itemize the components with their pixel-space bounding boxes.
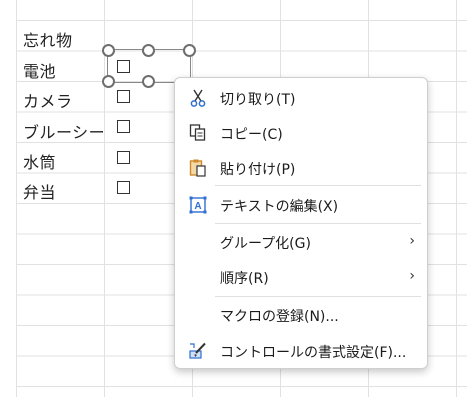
menu-item-copy[interactable]: コピー(C)	[175, 118, 427, 148]
svg-text:A: A	[194, 201, 201, 212]
menu-item-assign-macro[interactable]: マクロの登録(N)...	[175, 300, 427, 330]
menu-item-edit-text[interactable]: A テキストの編集(X)	[175, 190, 427, 220]
paste-icon	[188, 158, 208, 178]
menu-item-cut[interactable]: 切り取り(T)	[175, 83, 427, 113]
resize-handle-bottom[interactable]	[142, 75, 155, 88]
copy-icon	[188, 123, 208, 143]
cell-item-bento[interactable]: 弁当	[23, 179, 56, 203]
cell-item-flask[interactable]: 水筒	[23, 149, 56, 173]
sheet-left-margin	[0, 0, 16, 397]
menu-item-copy-label: コピー(C)	[220, 127, 283, 143]
resize-handle-top-right[interactable]	[183, 44, 196, 57]
menu-item-cut-label: 切り取り(T)	[220, 92, 296, 108]
cell-item-bluesheet[interactable]: ブルーシー	[23, 119, 105, 143]
menu-item-order-label: 順序(R)	[220, 271, 269, 287]
checkbox-bento[interactable]	[117, 181, 130, 194]
format-control-icon	[188, 341, 208, 361]
menu-item-edit-text-label: テキストの編集(X)	[220, 199, 339, 215]
resize-handle-top-left[interactable]	[102, 44, 115, 57]
resize-handle-bottom-left[interactable]	[102, 75, 115, 88]
menu-separator	[215, 185, 421, 186]
menu-item-order[interactable]: 順序(R) ›	[175, 262, 427, 292]
scissors-icon	[188, 88, 208, 108]
menu-item-format-control[interactable]: コントロールの書式設定(F)...	[175, 336, 427, 366]
cell-item-battery[interactable]: 電池	[23, 58, 56, 82]
cell-item-header[interactable]: 忘れ物	[23, 27, 73, 51]
menu-item-group[interactable]: グループ化(G) ›	[175, 227, 427, 257]
menu-item-paste[interactable]: 貼り付け(P)	[175, 153, 427, 183]
menu-item-group-label: グループ化(G)	[220, 236, 311, 252]
text-edit-icon: A	[188, 195, 208, 215]
menu-item-format-control-label: コントロールの書式設定(F)...	[220, 345, 407, 361]
cell-item-camera[interactable]: カメラ	[23, 88, 73, 112]
menu-separator	[215, 223, 421, 224]
checkbox-camera[interactable]	[117, 90, 130, 103]
menu-separator	[215, 296, 421, 297]
checkbox-flask[interactable]	[117, 151, 130, 164]
checkbox-bluesheet[interactable]	[117, 120, 130, 133]
menu-item-paste-label: 貼り付け(P)	[220, 162, 296, 178]
chevron-right-icon: ›	[409, 233, 415, 249]
chevron-right-icon: ›	[409, 268, 415, 284]
resize-handle-top[interactable]	[142, 44, 155, 57]
context-menu: 切り取り(T) コピー(C) 貼り付け(P) A テキストの編集(X) グループ…	[174, 77, 428, 369]
menu-item-assign-macro-label: マクロの登録(N)...	[220, 309, 339, 325]
